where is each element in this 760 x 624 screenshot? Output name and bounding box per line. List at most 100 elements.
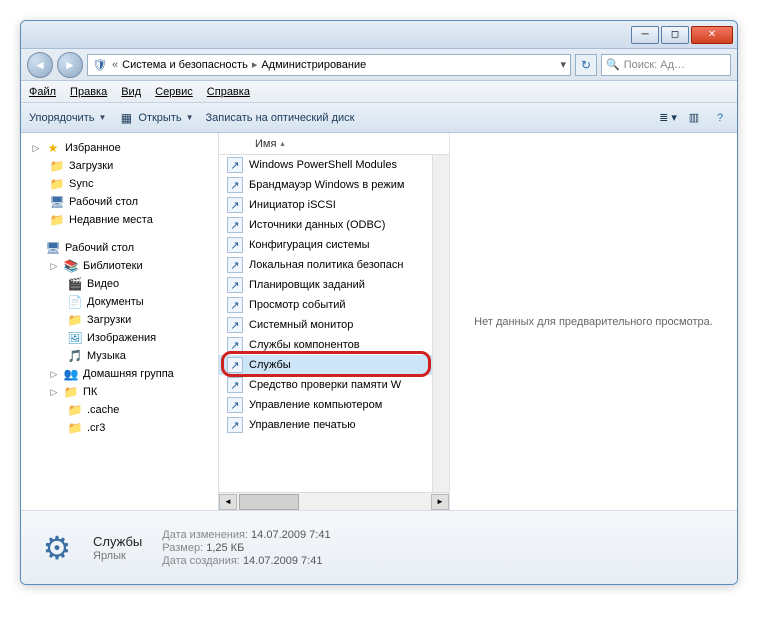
list-item[interactable]: ↗Инициатор iSCSI (219, 195, 449, 215)
list-item[interactable]: ↗ Службы (219, 355, 449, 375)
close-button[interactable]: ✕ (691, 26, 733, 44)
organize-button[interactable]: Упорядочить▼ (29, 112, 106, 124)
folder-icon: 📁 (49, 158, 65, 174)
list-item-label: Службы (249, 359, 291, 371)
homegroup-icon: 👥 (63, 366, 79, 382)
list-item[interactable]: ↗Источники данных (ODBC) (219, 215, 449, 235)
body: ▷★Избранное 📁Загрузки 📁Sync 🖥Рабочий сто… (21, 133, 737, 510)
list-item-label: Просмотр событий (249, 299, 346, 311)
list-item-label: Управление печатью (249, 419, 356, 431)
address-field[interactable]: 🛡 « Система и безопасность ▸ Администрир… (87, 54, 571, 76)
shortcut-icon: ↗ (227, 337, 243, 353)
scroll-right-button[interactable]: ► (431, 494, 449, 510)
music-icon: 🎵 (67, 348, 83, 364)
list-item-label: Брандмауэр Windows в режим (249, 179, 404, 191)
list-item-label: Средство проверки памяти W (249, 379, 401, 391)
shortcut-icon: ↗ (227, 417, 243, 433)
recent-icon: 📁 (49, 212, 65, 228)
vertical-scrollbar[interactable] (432, 155, 449, 492)
menu-tools[interactable]: Сервис (155, 86, 193, 98)
menu-edit[interactable]: Правка (70, 86, 107, 98)
nav-item[interactable]: 🎬Видео (21, 275, 218, 293)
toolbar: Упорядочить▼ ▦ Открыть▼ Записать на опти… (21, 103, 737, 133)
gear-icon: ⚙ (33, 524, 81, 572)
shortcut-icon: ↗ (227, 157, 243, 173)
list-item-label: Windows PowerShell Modules (249, 159, 397, 171)
search-placeholder: Поиск: Ад… (624, 59, 685, 71)
nav-item[interactable]: 🎵Музыка (21, 347, 218, 365)
refresh-button[interactable]: ↻ (575, 54, 597, 76)
video-icon: 🎬 (67, 276, 83, 292)
maximize-button[interactable]: ◻ (661, 26, 689, 44)
nav-item[interactable]: 📄Документы (21, 293, 218, 311)
list-item[interactable]: ↗ Планировщик заданий (219, 275, 449, 295)
breadcrumb-segment[interactable]: Администрирование (261, 59, 366, 71)
list-item[interactable]: ↗ Управление печатью (219, 415, 449, 435)
shortcut-icon: ↗ (227, 377, 243, 393)
shortcut-icon: ↗ (227, 277, 243, 293)
scroll-thumb[interactable] (239, 494, 299, 510)
minimize-button[interactable]: ─ (631, 26, 659, 44)
items-area: ↗ Windows PowerShell Modules ↗ Брандмауэр W… (219, 155, 449, 492)
explorer-window: ─ ◻ ✕ ◄ ► 🛡 « Система и безопасность ▸ А… (20, 20, 738, 585)
view-options-button[interactable]: ≣ ▾ (659, 109, 677, 127)
column-header-name[interactable]: Имя▴ (219, 133, 449, 155)
horizontal-scrollbar[interactable]: ◄ ► (219, 492, 449, 510)
nav-item[interactable]: 📁Sync (21, 175, 218, 193)
list-item[interactable]: ↗Конфигурация системы (219, 235, 449, 255)
address-bar: ◄ ► 🛡 « Система и безопасность ▸ Админис… (21, 49, 737, 81)
shortcut-icon: ↗ (227, 397, 243, 413)
list-item[interactable]: ↗Локальная политика безопасн (219, 255, 449, 275)
shortcut-icon: ↗ (227, 177, 243, 193)
list-item-label: Локальная политика безопасн (249, 259, 403, 271)
star-icon: ★ (45, 140, 61, 156)
list-item-label: Источники данных (ODBC) (249, 219, 385, 231)
nav-desktop[interactable]: 🖥Рабочий стол (21, 239, 218, 257)
list-item[interactable]: ↗Просмотр событий (219, 295, 449, 315)
shortcut-icon: ↗ (227, 197, 243, 213)
address-dropdown[interactable]: ▾ (560, 58, 566, 71)
menu-help[interactable]: Справка (207, 86, 250, 98)
desktop-icon: 🖥 (49, 194, 65, 210)
list-item[interactable]: ↗Системный монитор (219, 315, 449, 335)
preview-pane-button[interactable]: ▥ (685, 109, 703, 127)
nav-libraries[interactable]: ▷📚Библиотеки (21, 257, 218, 275)
open-icon: ▦ (118, 110, 134, 126)
nav-item[interactable]: 📁Загрузки (21, 157, 218, 175)
open-button[interactable]: ▦ Открыть▼ (118, 110, 193, 126)
desktop-icon: 🖥 (45, 240, 61, 256)
nav-favorites[interactable]: ▷★Избранное (21, 139, 218, 157)
forward-button[interactable]: ► (57, 52, 83, 78)
burn-button[interactable]: Записать на оптический диск (206, 112, 355, 124)
folder-icon: 📁 (49, 176, 65, 192)
search-field[interactable]: 🔍 Поиск: Ад… (601, 54, 731, 76)
list-item[interactable]: ↗ Управление компьютером (219, 395, 449, 415)
pc-icon: 📁 (63, 384, 79, 400)
back-button[interactable]: ◄ (27, 52, 53, 78)
list-item[interactable]: ↗ Windows PowerShell Modules (219, 155, 449, 175)
menu-file[interactable]: Файл (29, 86, 56, 98)
nav-item[interactable]: 🖼Изображения (21, 329, 218, 347)
search-icon: 🔍 (606, 58, 620, 71)
nav-item[interactable]: 📁.cr3 (21, 419, 218, 437)
list-item[interactable]: ↗ Брандмауэр Windows в режим (219, 175, 449, 195)
nav-item[interactable]: 📁Недавние места (21, 211, 218, 229)
titlebar: ─ ◻ ✕ (21, 21, 737, 49)
nav-item[interactable]: 📁.cache (21, 401, 218, 419)
list-item-label: Службы компонентов (249, 339, 360, 351)
nav-homegroup[interactable]: ▷👥Домашняя группа (21, 365, 218, 383)
menu-view[interactable]: Вид (121, 86, 141, 98)
nav-pc[interactable]: ▷📁ПК (21, 383, 218, 401)
folder-icon: 📁 (67, 402, 83, 418)
nav-item[interactable]: 📁Загрузки (21, 311, 218, 329)
scroll-left-button[interactable]: ◄ (219, 494, 237, 510)
list-item-label: Планировщик заданий (249, 279, 365, 291)
shortcut-icon: ↗ (227, 357, 243, 373)
list-item[interactable]: ↗ Службы компонентов (219, 335, 449, 355)
list-item[interactable]: ↗ Средство проверки памяти W (219, 375, 449, 395)
list-item-label: Управление компьютером (249, 399, 382, 411)
nav-item[interactable]: 🖥Рабочий стол (21, 193, 218, 211)
breadcrumb-segment[interactable]: Система и безопасность (122, 59, 248, 71)
help-button[interactable]: ? (711, 109, 729, 127)
chevron-right-icon: ▸ (252, 58, 258, 71)
